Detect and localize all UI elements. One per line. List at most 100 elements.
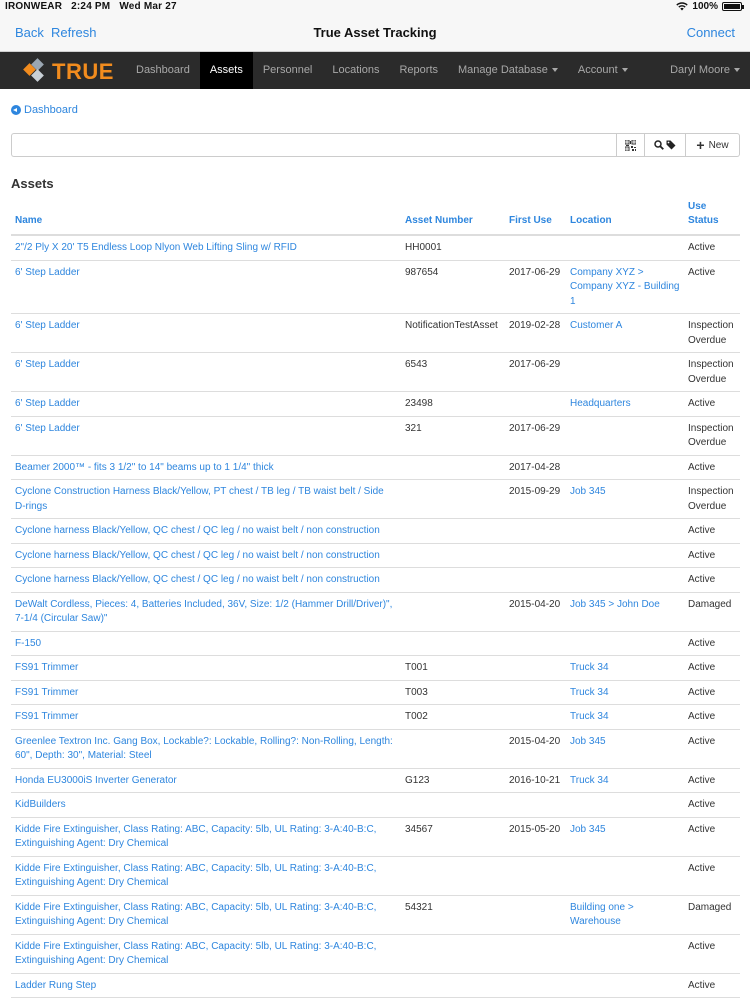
asset-number-cell: 23498: [401, 391, 505, 416]
asset-name-link[interactable]: Cyclone Construction Harness Black/Yello…: [11, 479, 401, 519]
connect-button[interactable]: Connect: [687, 25, 735, 40]
first-use-cell: [505, 567, 566, 592]
col-header-location[interactable]: Location: [566, 200, 684, 236]
asset-name-link[interactable]: KidBuilders: [11, 792, 401, 817]
first-use-cell: 2015-04-20: [505, 728, 566, 768]
table-row[interactable]: 6' Step Ladder NotificationTestAsset 2019-…: [11, 313, 740, 353]
location-link[interactable]: Truck 34: [566, 704, 684, 729]
first-use-cell: [505, 679, 566, 705]
table-row[interactable]: F-150 Active: [11, 630, 740, 656]
asset-name-link[interactable]: 6' Step Ladder: [11, 352, 401, 392]
first-use-cell: [505, 933, 566, 973]
table-row[interactable]: Cyclone harness Black/Yellow, QC chest /…: [11, 567, 740, 592]
first-use-cell: [505, 972, 566, 998]
asset-name-link[interactable]: 6' Step Ladder: [11, 313, 401, 353]
location-link[interactable]: Building one > Warehouse: [566, 894, 684, 934]
asset-name-link[interactable]: Kidde Fire Extinguisher, Class Rating: A…: [11, 933, 401, 973]
first-use-cell: [505, 704, 566, 729]
table-row[interactable]: 6' Step Ladder 6543 2017-06-29 Inspection O…: [11, 352, 740, 392]
col-header-first-use[interactable]: First Use: [505, 200, 566, 236]
nav-manage-database[interactable]: Manage Database: [448, 52, 568, 89]
table-row[interactable]: Greenlee Textron Inc. Gang Box, Lockable…: [11, 728, 740, 768]
table-row[interactable]: 6' Step Ladder 987654 2017-06-29 Company XY…: [11, 259, 740, 314]
table-row[interactable]: 2"/2 Ply X 20' T5 Endless Loop Nlyon Web…: [11, 234, 740, 260]
table-row[interactable]: Kidde Fire Extinguisher, Class Rating: A…: [11, 855, 740, 895]
first-use-cell: [505, 391, 566, 416]
asset-name-link[interactable]: 6' Step Ladder: [11, 259, 401, 314]
table-row[interactable]: FS91 Trimmer T001 Truck 34 Active: [11, 655, 740, 680]
qr-scan-button[interactable]: [616, 133, 645, 157]
first-use-cell: 2016-10-21: [505, 767, 566, 793]
location-link[interactable]: Customer A: [566, 313, 684, 353]
asset-name-link[interactable]: Honda EU3000iS Inverter Generator: [11, 767, 401, 793]
caret-down-icon: [734, 68, 740, 73]
table-row[interactable]: Cyclone harness Black/Yellow, QC chest /…: [11, 518, 740, 543]
asset-name-link[interactable]: FS91 Trimmer: [11, 679, 401, 705]
asset-name-link[interactable]: F-150: [11, 630, 401, 656]
location-link[interactable]: Job 345: [566, 479, 684, 519]
nav-reports[interactable]: Reports: [389, 52, 448, 89]
asset-name-link[interactable]: FS91 Trimmer: [11, 655, 401, 680]
location-link[interactable]: Job 345: [566, 816, 684, 856]
asset-name-link[interactable]: 2"/2 Ply X 20' T5 Endless Loop Nlyon Web…: [11, 234, 401, 260]
nav-assets[interactable]: Assets: [199, 52, 253, 89]
table-row[interactable]: FS91 Trimmer T002 Truck 34 Active: [11, 704, 740, 729]
table-row[interactable]: Beamer 2000™ - fits 3 1/2" to 14" beams …: [11, 454, 740, 480]
table-row[interactable]: Honda EU3000iS Inverter Generator G123 201…: [11, 767, 740, 793]
location-link[interactable]: Truck 34: [566, 655, 684, 680]
table-row[interactable]: KidBuilders Active: [11, 792, 740, 817]
table-row[interactable]: Kidde Fire Extinguisher, Class Rating: A…: [11, 933, 740, 973]
location-link[interactable]: Truck 34: [566, 679, 684, 705]
table-row[interactable]: 6' Step Ladder 321 2017-06-29 Inspection Ov…: [11, 415, 740, 455]
asset-number-cell: [401, 855, 505, 895]
nav-personnel[interactable]: Personnel: [253, 52, 323, 89]
col-header-use-status[interactable]: Use Status: [684, 200, 740, 236]
table-row[interactable]: Kidde Fire Extinguisher, Class Rating: A…: [11, 894, 740, 934]
asset-name-link[interactable]: Beamer 2000™ - fits 3 1/2" to 14" beams …: [11, 454, 401, 480]
search-tags-button[interactable]: [645, 133, 686, 157]
use-status-cell: Inspection Overdue: [684, 352, 740, 392]
asset-name-link[interactable]: FS91 Trimmer: [11, 704, 401, 729]
asset-name-link[interactable]: DeWalt Cordless, Pieces: 4, Batteries In…: [11, 591, 401, 631]
asset-name-link[interactable]: Kidde Fire Extinguisher, Class Rating: A…: [11, 894, 401, 934]
plus-icon: +: [696, 137, 705, 153]
table-row[interactable]: Kidde Fire Extinguisher, Class Rating: A…: [11, 816, 740, 856]
asset-name-link[interactable]: Ladder Rung Step: [11, 972, 401, 998]
location-link[interactable]: Job 345: [566, 728, 684, 768]
asset-name-link[interactable]: Cyclone harness Black/Yellow, QC chest /…: [11, 518, 401, 543]
location-link: [566, 542, 684, 568]
nav-dashboard[interactable]: Dashboard: [126, 52, 200, 89]
back-button[interactable]: Back: [15, 25, 44, 40]
caret-down-icon: [551, 68, 558, 73]
breadcrumb-dashboard[interactable]: Dashboard: [11, 104, 78, 116]
asset-name-link[interactable]: Cyclone harness Black/Yellow, QC chest /…: [11, 567, 401, 592]
new-asset-button[interactable]: + New: [686, 133, 740, 157]
location-link[interactable]: Headquarters: [566, 391, 684, 416]
nav-locations[interactable]: Locations: [322, 52, 389, 89]
table-row[interactable]: 6' Step Ladder 23498 Headquarters Active: [11, 391, 740, 416]
asset-name-link[interactable]: Kidde Fire Extinguisher, Class Rating: A…: [11, 816, 401, 856]
asset-name-link[interactable]: Kidde Fire Extinguisher, Class Rating: A…: [11, 855, 401, 895]
col-header-name[interactable]: Name: [11, 200, 401, 236]
asset-number-cell: [401, 591, 505, 631]
asset-name-link[interactable]: 6' Step Ladder: [11, 415, 401, 455]
table-row[interactable]: Cyclone Construction Harness Black/Yello…: [11, 479, 740, 519]
asset-name-link[interactable]: Cyclone harness Black/Yellow, QC chest /…: [11, 542, 401, 568]
col-header-asset-number[interactable]: Asset Number: [401, 200, 505, 236]
table-row[interactable]: Ladder Rung Step Active: [11, 972, 740, 998]
table-row[interactable]: DeWalt Cordless, Pieces: 4, Batteries In…: [11, 591, 740, 631]
true-logo[interactable]: TRUE: [22, 56, 122, 86]
location-link[interactable]: Company XYZ > Company XYZ - Building 1: [566, 259, 684, 314]
location-link[interactable]: Truck 34: [566, 767, 684, 793]
table-row[interactable]: Cyclone harness Black/Yellow, QC chest /…: [11, 542, 740, 568]
table-row[interactable]: FS91 Trimmer T003 Truck 34 Active: [11, 679, 740, 705]
location-link[interactable]: Job 345 > John Doe: [566, 591, 684, 631]
use-status-cell: Active: [684, 767, 740, 793]
refresh-button[interactable]: Refresh: [51, 25, 97, 40]
asset-name-link[interactable]: Greenlee Textron Inc. Gang Box, Lockable…: [11, 728, 401, 768]
user-menu[interactable]: Daryl Moore: [670, 52, 740, 89]
asset-name-link[interactable]: 6' Step Ladder: [11, 391, 401, 416]
search-input[interactable]: [11, 133, 616, 157]
nav-account[interactable]: Account: [568, 52, 638, 89]
date-label: Wed Mar 27: [119, 1, 177, 12]
